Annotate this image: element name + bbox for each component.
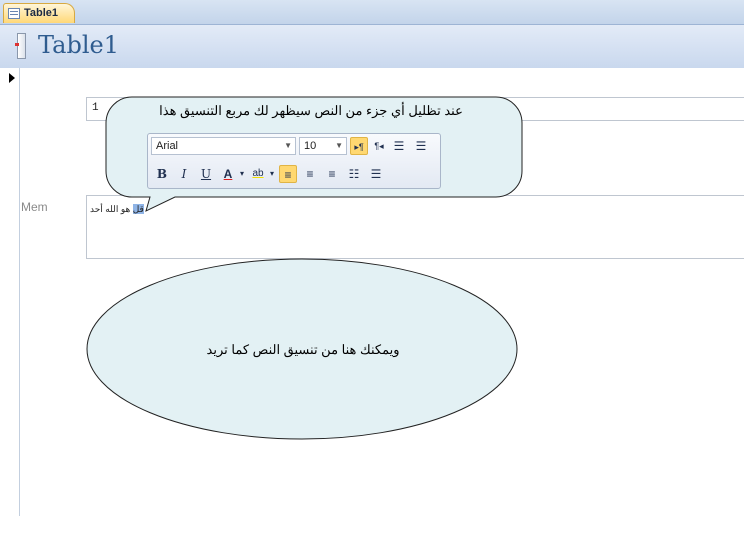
mini-formatting-toolbar: Arial ▼ 10 ▼ ▸¶ ¶◂ ☰ ☰ B I U A ▾ ab ▾ ≡ … — [147, 133, 441, 189]
align-left-icon: ≡ — [284, 168, 292, 182]
numbered-list-icon: ☷ — [348, 167, 360, 181]
note-text: ويمكنك هنا من تنسيق النص كما تريد — [206, 342, 400, 357]
align-left-button[interactable]: ≡ — [279, 165, 297, 183]
font-color-button[interactable]: A — [219, 165, 237, 183]
font-size-combo[interactable]: 10 ▼ — [299, 137, 347, 155]
bold-button[interactable]: B — [153, 165, 171, 183]
italic-button[interactable]: I — [175, 165, 193, 183]
chevron-down-icon: ▼ — [335, 141, 343, 150]
decrease-indent-button[interactable]: ☰ — [390, 137, 408, 155]
font-size-value: 10 — [304, 140, 317, 152]
align-right-button[interactable]: ≡ — [323, 165, 341, 183]
highlight-dropdown[interactable]: ▾ — [267, 165, 277, 183]
rtl-direction-button[interactable]: ¶◂ — [370, 137, 388, 155]
highlight-button[interactable]: ab — [249, 165, 267, 183]
numbered-list-button[interactable]: ☷ — [345, 165, 363, 183]
chevron-down-icon: ▾ — [269, 169, 274, 178]
chevron-down-icon: ▼ — [284, 141, 292, 150]
increase-indent-button[interactable]: ☰ — [412, 137, 430, 155]
font-name-combo[interactable]: Arial ▼ — [151, 137, 296, 155]
align-right-icon: ≡ — [328, 167, 336, 181]
ltr-direction-button[interactable]: ▸¶ — [350, 137, 368, 155]
rtl-direction-icon: ¶◂ — [374, 141, 384, 151]
callout-text: عند تظليل أي جزء من النص سيظهر لك مربع ا… — [159, 103, 463, 118]
chevron-down-icon: ▾ — [239, 169, 244, 178]
font-color-dropdown[interactable]: ▾ — [237, 165, 247, 183]
align-center-button[interactable]: ≡ — [301, 165, 319, 183]
font-name-value: Arial — [156, 140, 179, 152]
bullet-list-button[interactable]: ☰ — [367, 165, 385, 183]
annotation-layer — [86, 96, 523, 440]
align-center-icon: ≡ — [306, 167, 314, 181]
decrease-indent-icon: ☰ — [393, 139, 405, 153]
ltr-direction-icon: ▸¶ — [354, 142, 364, 152]
underline-button[interactable]: U — [197, 165, 215, 183]
increase-indent-icon: ☰ — [415, 139, 427, 153]
bullet-list-icon: ☰ — [370, 167, 382, 181]
